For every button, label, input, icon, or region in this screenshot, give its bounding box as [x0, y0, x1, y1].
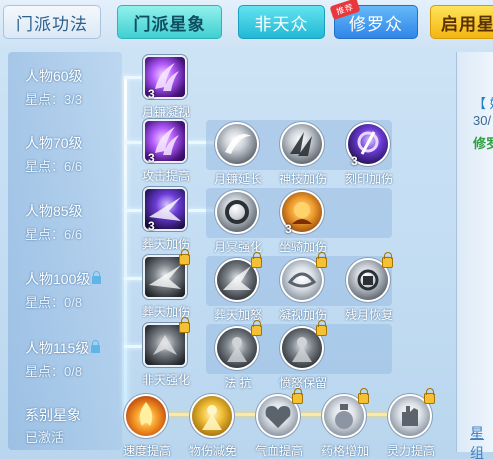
star-node-burial-damage[interactable]: 3 葬天加伤 [142, 189, 190, 251]
detail-progress: 30/ [473, 113, 492, 128]
crescent-blade-icon [217, 124, 257, 164]
lock-icon [292, 388, 303, 404]
tab-label: 门派星象 [133, 14, 206, 34]
lock-icon [91, 340, 101, 354]
star-node-mount-damage[interactable]: 3 坐骑加伤 [279, 192, 327, 254]
tree-branch-line [124, 345, 146, 348]
tab-label: 启用星 [441, 14, 493, 34]
node-label: 月镰凝视 [141, 105, 190, 119]
level-stars: 星点：6/6 [25, 159, 83, 174]
level-stars: 星点：6/6 [25, 227, 83, 242]
level-name: 人物100级 [25, 269, 102, 289]
lock-icon [251, 252, 262, 268]
point-count: 3 [148, 87, 155, 101]
level-stars: 星点：0/8 [25, 295, 83, 310]
moon-ring-icon [217, 192, 257, 232]
series-node-hp-up[interactable]: 气血提高 [255, 388, 303, 458]
star-node-scythe-extend[interactable]: 月镰延长 [214, 124, 262, 186]
star-node-burial-damage-2[interactable]: 葬天加伤 [142, 249, 190, 319]
series-node-spirit-up[interactable]: 灵力提高 [387, 388, 435, 458]
flame-icon [126, 396, 166, 436]
star-node-burial-rage[interactable]: 葬天加怒 [214, 252, 262, 322]
node-label: 愤怒保留 [278, 376, 327, 390]
level-name: 人物70级 [25, 135, 83, 151]
star-node-dark-moon-boost[interactable]: 月冥强化 [214, 192, 262, 254]
star-node-divine-damage[interactable]: 神技加伤 [279, 124, 327, 186]
tab-sect-skills[interactable]: 门派功法 [3, 5, 101, 39]
tree-branch-line [124, 141, 146, 144]
node-label: 灵力提高 [386, 444, 435, 458]
point-count: 3 [285, 222, 292, 236]
lock-icon [92, 271, 102, 285]
node-label: 坐骑加伤 [278, 240, 327, 254]
lock-icon [179, 249, 190, 265]
detail-sect: 修罗 [473, 136, 493, 151]
node-label: 非天强化 [141, 373, 190, 387]
star-node-feitian-boost[interactable]: 非天强化 [142, 317, 190, 387]
lock-icon [316, 320, 327, 336]
star-node-attack-up[interactable]: 3 攻击提高 [142, 121, 190, 183]
star-node-waning-moon-recover[interactable]: 残月恢复 [345, 252, 393, 322]
node-label: 刻印加伤 [344, 172, 393, 186]
lock-icon [316, 252, 327, 268]
golden-figure-icon [192, 396, 232, 436]
node-label: 残月恢复 [344, 308, 393, 322]
enable-star-button[interactable]: 启用星 [430, 5, 493, 39]
tab-sect-astrology[interactable]: 门派星象 [117, 5, 222, 39]
level-panel [8, 52, 122, 450]
point-count: 3 [351, 154, 358, 168]
point-count: 3 [148, 219, 155, 233]
star-node-magic-resist[interactable]: 法 抗 [217, 320, 262, 390]
lock-icon [382, 252, 393, 268]
series-title: 系别星象 [25, 407, 81, 423]
level-stars: 星点：0/8 [25, 364, 83, 379]
tab-feitian[interactable]: 非天众 [238, 5, 325, 39]
tab-label: 非天众 [254, 14, 309, 34]
tree-branch-line [124, 76, 146, 79]
tab-bar: 门派功法 门派星象 非天众 推荐 修罗众 启用星 [0, 0, 493, 48]
star-node-month-scythe-gaze[interactable]: 3 月镰凝视 [142, 57, 190, 119]
level-name: 人物115级 [25, 338, 101, 358]
lock-icon [424, 388, 435, 404]
star-node-rage-retain[interactable]: 愤怒保留 [279, 320, 327, 390]
series-node-physical-reduce[interactable]: 物伤减免 [189, 396, 237, 458]
series-node-potion-slots[interactable]: 药格增加 [321, 388, 369, 458]
node-label: 攻击提高 [141, 169, 190, 183]
series-state: 已激活 [25, 430, 65, 445]
star-group-link[interactable]: 星 组 [470, 423, 493, 459]
lock-icon [251, 320, 262, 336]
tree-branch-line [124, 209, 146, 212]
level-stars: 星点：3/3 [25, 92, 83, 107]
tree-branch-line [124, 277, 146, 280]
level-name: 人物60级 [25, 68, 83, 84]
lock-icon [358, 388, 369, 404]
series-node-speed-up[interactable]: 速度提高 [123, 396, 171, 458]
tab-label: 门派功法 [16, 14, 88, 34]
star-node-gaze-damage[interactable]: 凝视加伤 [279, 252, 327, 322]
node-label: 葬天加伤 [141, 305, 190, 319]
node-label: 葬天加伤 [141, 237, 190, 251]
level-name: 人物85级 [25, 203, 83, 219]
lock-icon [179, 317, 190, 333]
detail-panel [456, 52, 493, 452]
claw-slash-icon [282, 124, 322, 164]
star-node-mark-damage[interactable]: 3 刻印加伤 [345, 124, 393, 186]
point-count: 3 [148, 151, 155, 165]
detail-title: 【 妹 [473, 96, 493, 111]
tab-xiuluo[interactable]: 推荐 修罗众 [329, 0, 418, 39]
tab-label: 修罗众 [349, 14, 403, 34]
